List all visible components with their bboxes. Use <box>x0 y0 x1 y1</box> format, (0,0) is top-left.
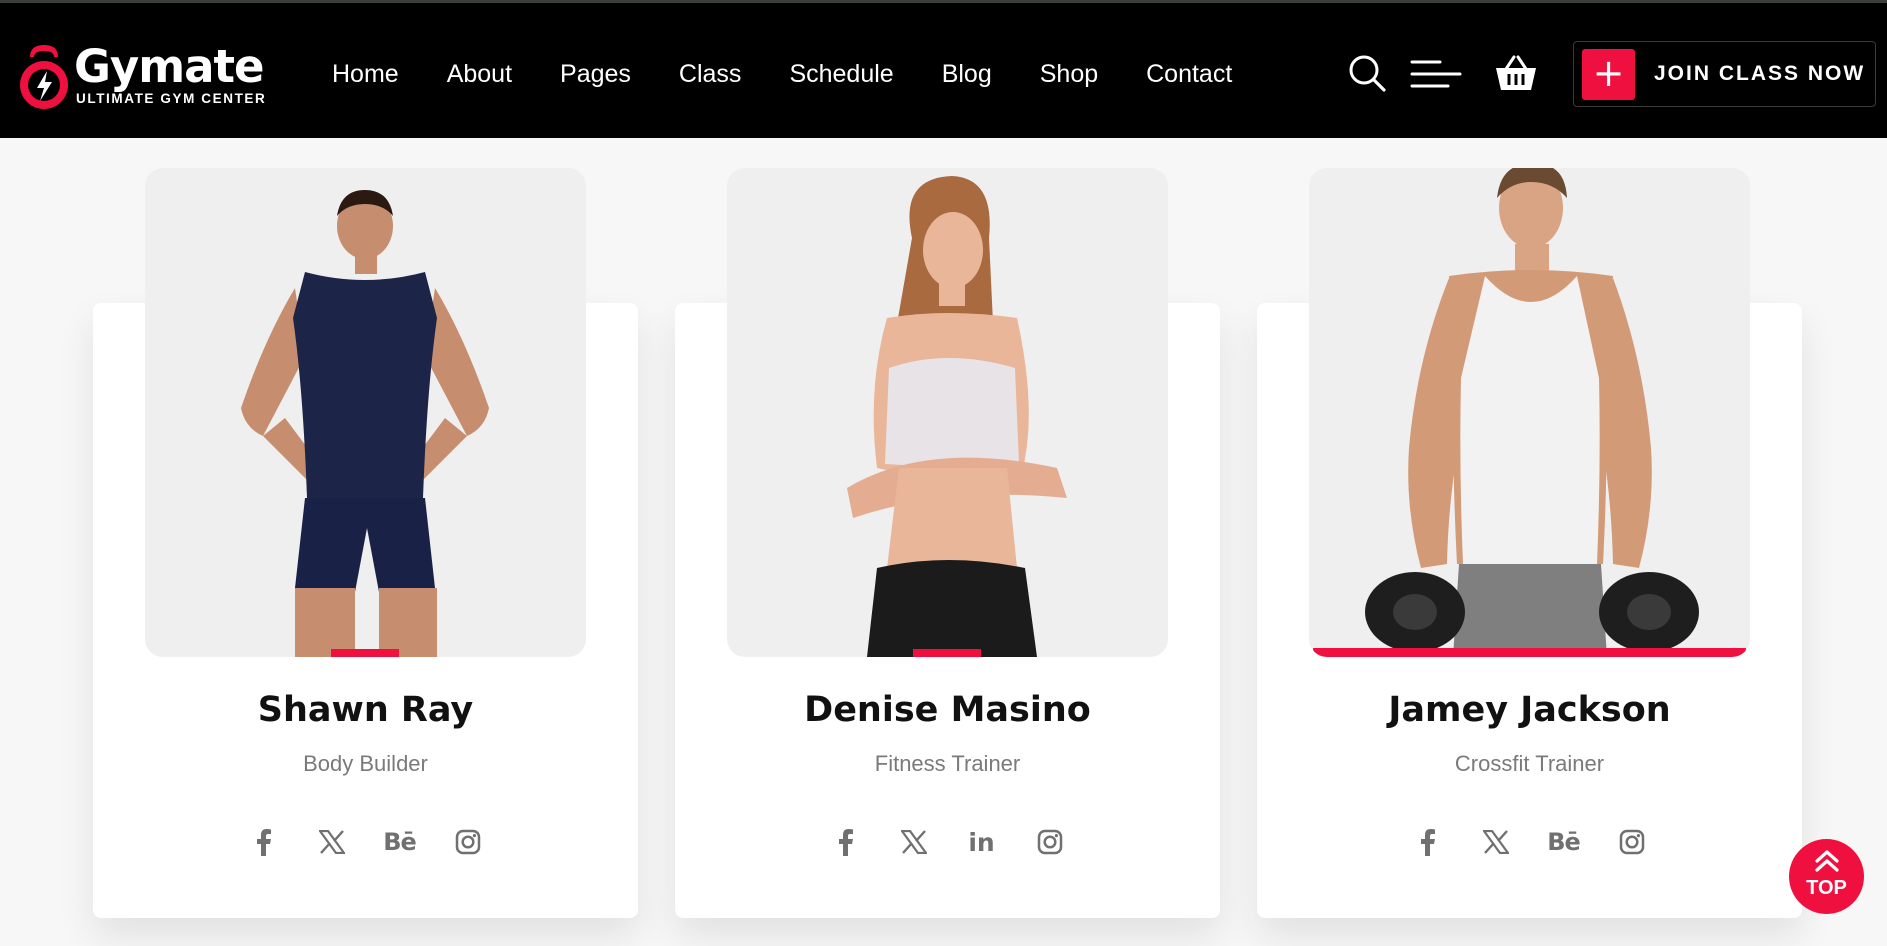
trainer-role: Body Builder <box>303 751 428 776</box>
nav-contact[interactable]: Contact <box>1146 60 1232 89</box>
behance-label: Bē <box>383 828 417 856</box>
social-links: in <box>675 822 1220 862</box>
main-nav: Home About Pages Class Schedule Blog Sho… <box>332 57 1280 91</box>
facebook-icon[interactable] <box>244 822 284 862</box>
x-icon[interactable] <box>894 822 934 862</box>
instagram-icon[interactable] <box>448 822 488 862</box>
trainer-role: Fitness Trainer <box>874 751 1021 776</box>
nav-schedule[interactable]: Schedule <box>789 60 893 89</box>
search-icon[interactable] <box>1347 53 1387 93</box>
join-class-button[interactable]: + JOIN CLASS NOW <box>1573 41 1876 107</box>
brand-name: Gymate <box>74 40 265 93</box>
trainer-image <box>241 190 489 657</box>
trainer-role: Crossfit Trainer <box>1454 751 1605 776</box>
x-icon[interactable] <box>1476 822 1516 862</box>
plus-icon: + <box>1582 49 1635 100</box>
linkedin-icon[interactable]: in <box>962 822 1002 862</box>
trainer-photo[interactable] <box>145 168 586 657</box>
trainer-name[interactable]: Denise Masino <box>675 690 1220 730</box>
nav-pages[interactable]: Pages <box>560 60 631 89</box>
trainer-photo[interactable] <box>727 168 1168 657</box>
trainer-image <box>1365 168 1699 657</box>
nav-about[interactable]: About <box>447 60 512 89</box>
instagram-icon[interactable] <box>1030 822 1070 862</box>
site-header: Gymate ULTIMATE GYM CENTER Home About Pa… <box>0 0 1887 138</box>
trainer-photo[interactable] <box>1309 168 1750 657</box>
social-links: Bē <box>1257 822 1802 862</box>
double-chevron-up-icon <box>1815 850 1839 872</box>
card-accent-bar <box>331 649 399 657</box>
scroll-top-label: TOP <box>1806 877 1847 899</box>
behance-icon[interactable]: Bē <box>380 822 420 862</box>
menu-icon[interactable] <box>1410 57 1462 91</box>
nav-class[interactable]: Class <box>679 60 742 89</box>
scroll-top-button[interactable]: TOP <box>1789 839 1864 914</box>
nav-blog[interactable]: Blog <box>942 60 992 89</box>
behance-icon[interactable]: Bē <box>1544 822 1584 862</box>
social-links: Bē <box>93 822 638 862</box>
x-icon[interactable] <box>312 822 352 862</box>
card-accent-bar <box>1313 648 1746 657</box>
nav-home[interactable]: Home <box>332 60 399 89</box>
instagram-icon[interactable] <box>1612 822 1652 862</box>
kettlebell-logo-icon <box>20 45 68 109</box>
linkedin-label: in <box>968 827 995 857</box>
nav-shop[interactable]: Shop <box>1040 60 1098 89</box>
facebook-icon[interactable] <box>1408 822 1448 862</box>
brand-logo[interactable]: Gymate ULTIMATE GYM CENTER <box>16 40 276 113</box>
card-accent-bar <box>913 649 981 657</box>
trainer-image <box>847 176 1067 657</box>
trainer-name[interactable]: Shawn Ray <box>93 690 638 730</box>
trainer-name[interactable]: Jamey Jackson <box>1257 690 1802 730</box>
cart-icon[interactable] <box>1494 53 1538 93</box>
behance-label: Bē <box>1547 828 1581 856</box>
brand-tagline: ULTIMATE GYM CENTER <box>76 91 267 106</box>
join-class-label: JOIN CLASS NOW <box>1654 62 1866 85</box>
facebook-icon[interactable] <box>826 822 866 862</box>
